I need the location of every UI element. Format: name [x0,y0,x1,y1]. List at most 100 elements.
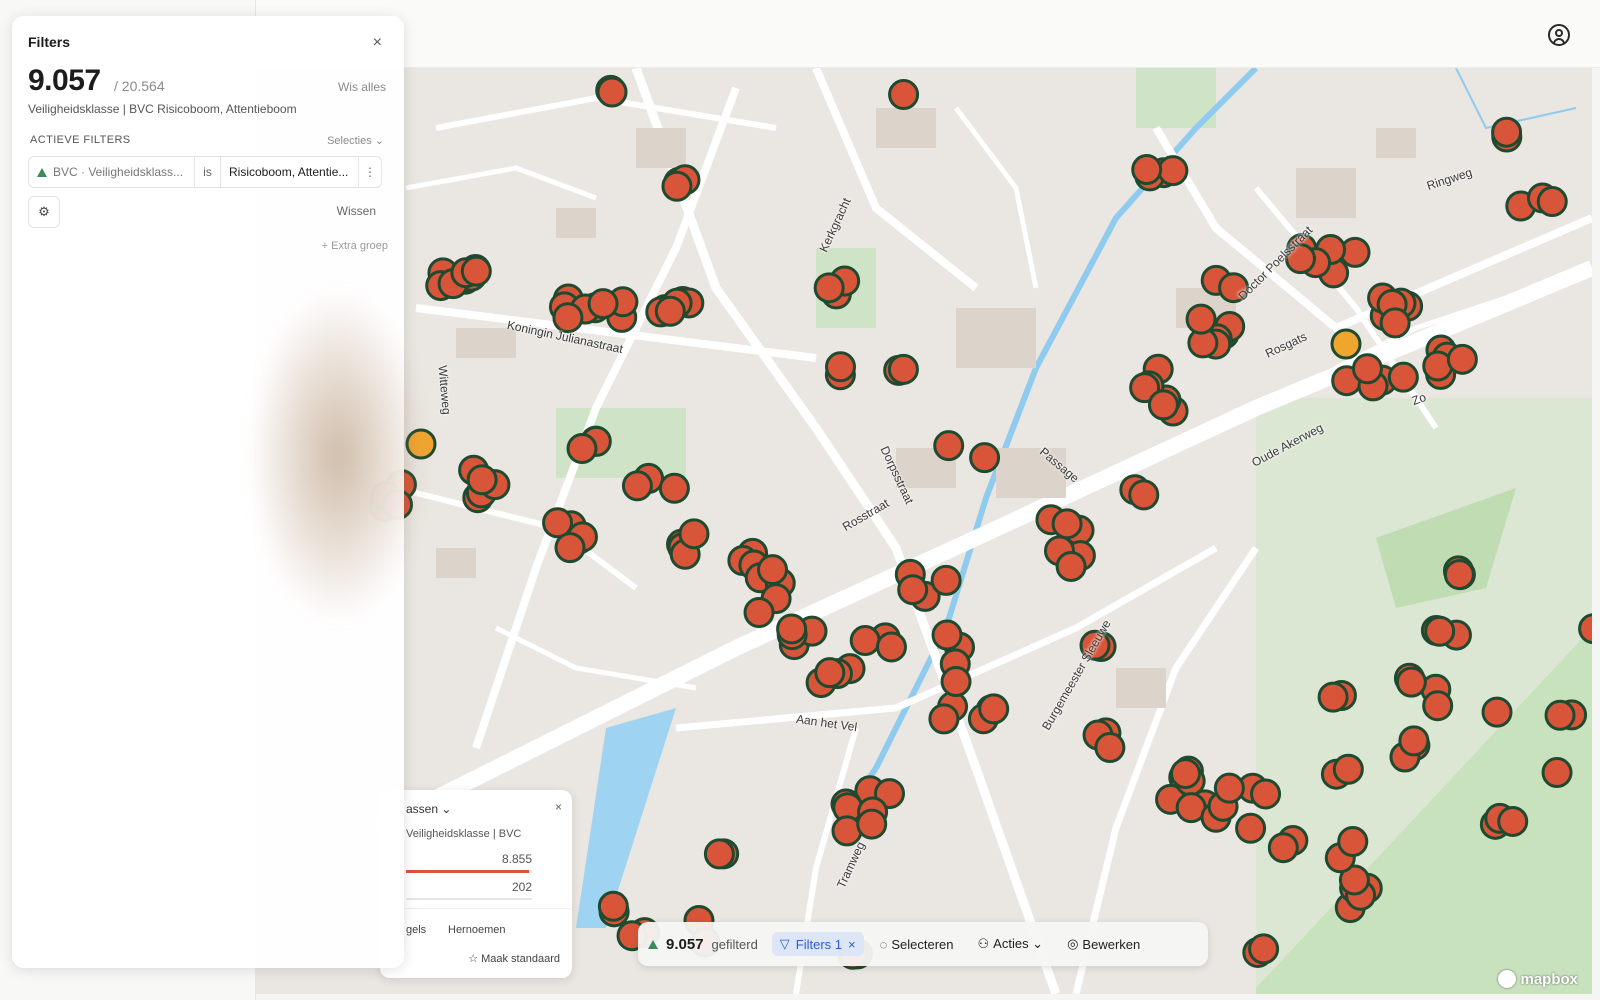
actions-icon: ⚇ [977,936,990,951]
tree-marker[interactable] [813,272,845,304]
select-button[interactable]: ◌ Selecteren [872,933,962,956]
add-filter-button[interactable]: ⚙ [28,196,60,228]
make-default-button[interactable]: ☆ Maak standaard [468,952,560,965]
tree-marker[interactable] [1491,116,1523,148]
tree-marker[interactable] [1544,699,1576,731]
tree-marker[interactable] [1395,666,1427,698]
tree-marker[interactable] [931,619,963,651]
tree-marker[interactable] [554,532,586,564]
filtered-count: 9.057 [28,64,101,97]
filter-value[interactable]: Risicoboom, Attentie... [221,157,359,187]
tree-marker[interactable] [1398,725,1430,757]
tree-marker[interactable] [856,808,888,840]
tree-marker[interactable] [757,554,789,586]
tree-marker[interactable] [1185,303,1217,335]
filter-row: BVC · Veiligheidsklass... is Risicoboom,… [28,156,382,188]
tree-icon [37,167,47,177]
divider [380,908,572,909]
bottom-toolbar: 9.057 gefilterd ▽ Filters 1 × ◌ Selectere… [638,922,1208,966]
tree-marker[interactable] [825,351,857,383]
close-icon[interactable]: × [555,800,562,814]
tree-marker[interactable] [1131,154,1163,186]
tree-marker[interactable] [1235,812,1267,844]
filters-chip[interactable]: ▽ Filters 1 × [771,932,864,956]
tree-marker[interactable] [1267,832,1299,864]
tree-marker[interactable] [888,79,920,111]
legend-value-risicoboom: 8.855 [501,852,532,866]
top-bar [256,0,1600,68]
actions-button[interactable]: ⚇ Acties ⌄ [970,932,1052,956]
filter-field[interactable]: BVC · Veiligheidsklass... [29,157,195,187]
tree-marker[interactable] [703,838,735,870]
close-icon[interactable]: × [848,937,856,952]
legend-title[interactable]: assen ⌄ [406,802,451,816]
rename-button[interactable]: Hernoemen [448,924,505,936]
tree-marker[interactable] [658,472,690,504]
tree-marker[interactable] [1578,613,1592,645]
close-icon[interactable]: × [373,34,382,52]
tree-marker[interactable] [897,574,929,606]
tree-marker[interactable] [1351,353,1383,385]
tree-marker[interactable] [1169,758,1201,790]
tree-marker[interactable] [1332,753,1364,785]
tree-marker[interactable] [928,703,960,735]
tree-marker[interactable] [930,564,962,596]
tree-marker[interactable] [1051,508,1083,540]
tree-marker[interactable] [566,433,598,465]
clear-all-button[interactable]: Wis alles [338,80,386,94]
tree-marker[interactable] [849,625,881,657]
tree-marker[interactable] [875,631,907,663]
edit-button[interactable]: ◎ Bewerken [1059,932,1148,956]
filter-summary: Veiligheidsklasse | BVC Risicoboom, Atte… [28,102,297,116]
tree-marker[interactable] [1536,186,1568,218]
tree-marker[interactable] [1443,559,1475,591]
sliders-icon: ⚙ [38,204,50,219]
tree-marker[interactable] [678,518,710,550]
extra-group-button[interactable]: + Extra groep [322,240,388,252]
tree-marker[interactable] [1128,479,1160,511]
tree-marker[interactable] [1422,690,1454,722]
user-icon[interactable] [1548,24,1570,46]
tree-marker[interactable] [587,288,619,320]
tree-marker[interactable] [814,657,846,689]
tree-marker[interactable] [1094,732,1126,764]
tree-marker[interactable] [1379,307,1411,339]
tree-marker[interactable] [460,255,492,287]
active-filters-heading: ACTIEVE FILTERS [30,134,131,146]
tree-marker[interactable] [1481,696,1513,728]
tree-marker[interactable] [887,353,919,385]
tree-marker[interactable] [933,430,965,462]
selections-dropdown[interactable]: Selecties ⌄ [327,134,384,147]
tree-marker-attention[interactable] [1330,328,1362,360]
filter-operator[interactable]: is [195,157,221,187]
tree-marker[interactable] [654,295,686,327]
tree-marker[interactable] [1497,805,1529,837]
tree-marker[interactable] [743,596,775,628]
tree-marker[interactable] [621,470,653,502]
tree-marker[interactable] [597,890,629,922]
tree-marker[interactable] [1213,772,1245,804]
tree-marker[interactable] [1387,361,1419,393]
tree-marker[interactable] [466,464,498,496]
tree-marker[interactable] [1446,343,1478,375]
legend-subtitle: Veiligheidsklasse | BVC [406,828,522,840]
tree-marker[interactable] [1317,681,1349,713]
tree-marker[interactable] [661,170,693,202]
legend-action-rules[interactable]: gels [406,924,426,936]
tree-icon [648,939,658,949]
more-icon[interactable]: ⋮ [359,165,381,179]
tree-marker[interactable] [1337,825,1369,857]
tree-marker[interactable] [1248,933,1280,965]
tree-marker[interactable] [969,442,1001,474]
tree-marker[interactable] [1541,757,1573,789]
tree-marker[interactable] [1147,389,1179,421]
tree-marker[interactable] [596,76,628,108]
tree-marker[interactable] [1055,550,1087,582]
tree-marker[interactable] [1157,155,1189,187]
tree-marker[interactable] [940,666,972,698]
tree-marker[interactable] [978,693,1010,725]
tree-marker[interactable] [776,613,808,645]
tree-marker[interactable] [1424,615,1456,647]
clear-button[interactable]: Wissen [337,204,376,218]
tree-marker[interactable] [1250,778,1282,810]
